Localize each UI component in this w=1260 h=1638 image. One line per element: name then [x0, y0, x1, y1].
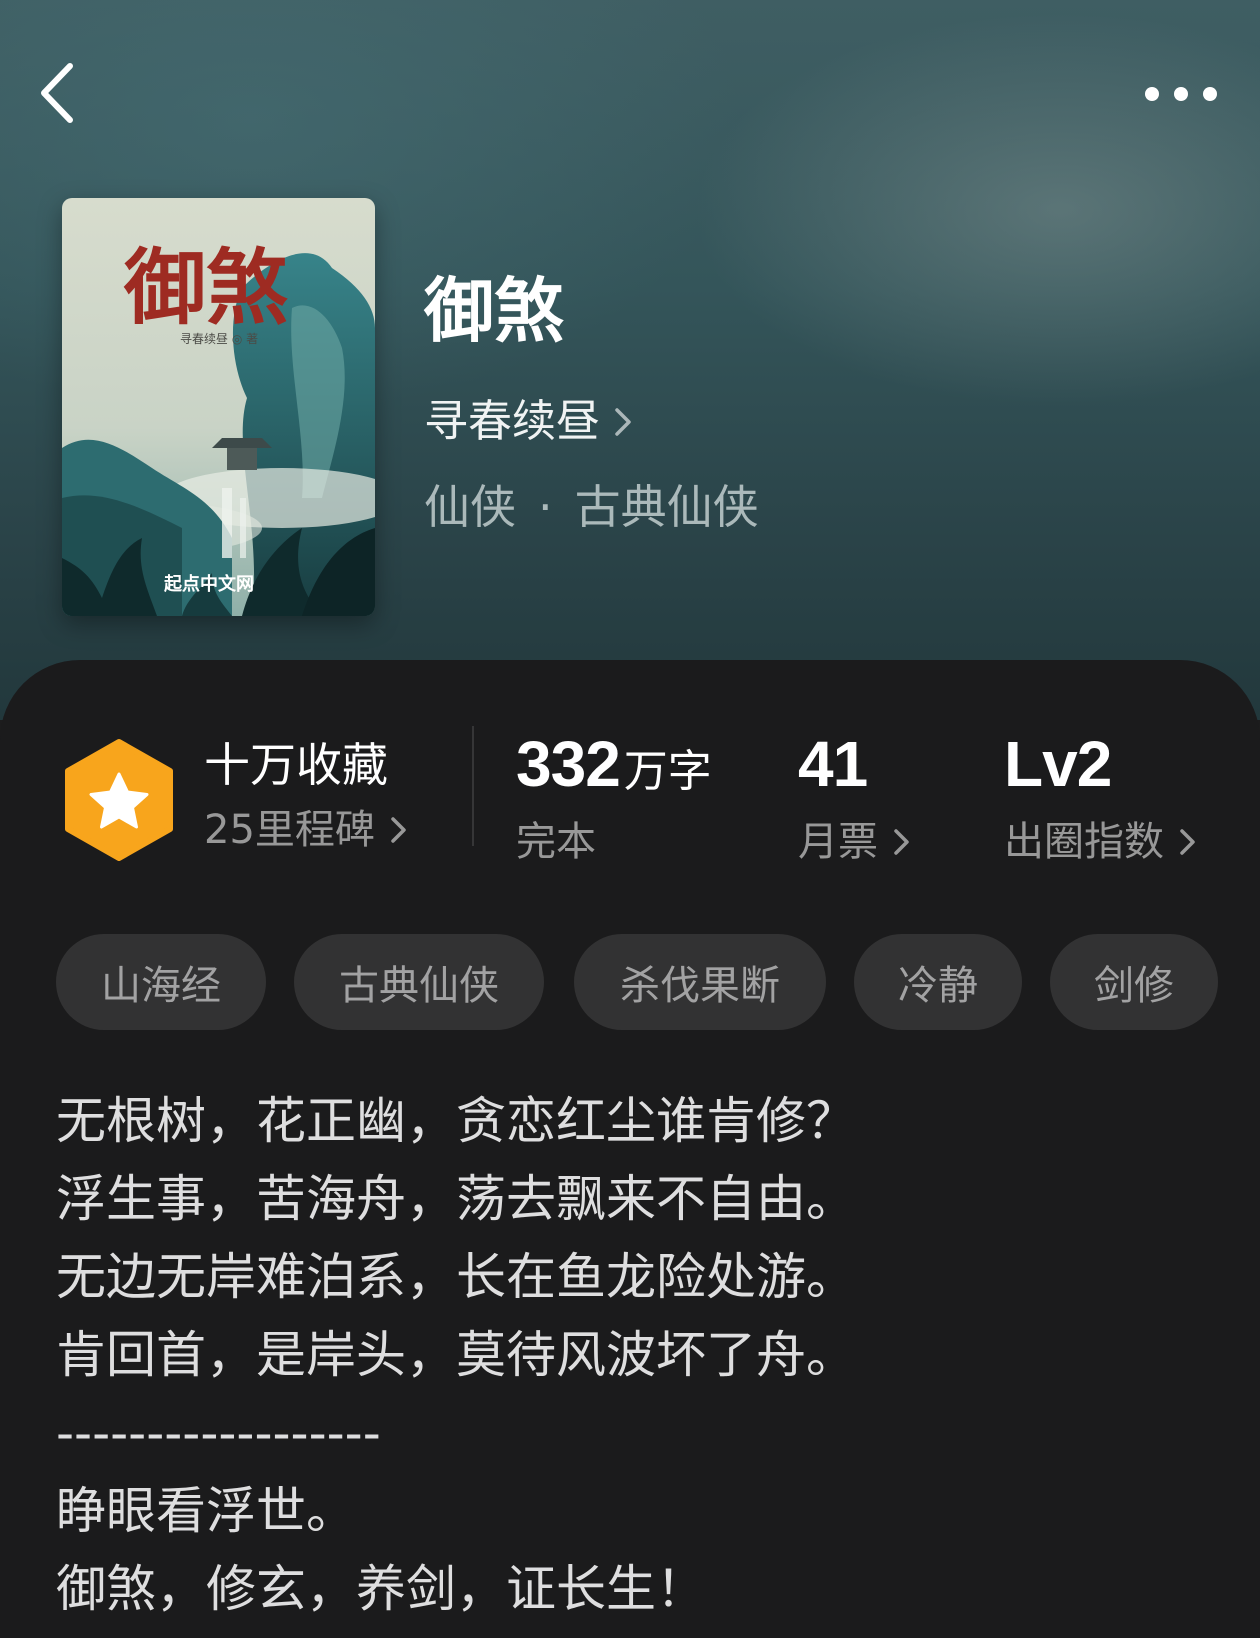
chevron-right-icon: [894, 829, 909, 855]
author-link[interactable]: 寻春续昼: [424, 400, 634, 444]
book-title: 御煞: [424, 269, 564, 352]
back-button[interactable]: [30, 58, 90, 128]
synopsis-line: 肯回首，是岸头，莫待风波坏了舟。: [56, 1326, 856, 1384]
chevron-right-icon: [1180, 829, 1195, 855]
synopsis-line: 无边无岸难泊系，长在鱼龙险处游。: [56, 1248, 856, 1306]
tag-chip[interactable]: 杀伐果断: [574, 934, 826, 1030]
milestone-sub-row: 25里程碑: [204, 810, 409, 850]
tag-chip[interactable]: 山海经: [56, 934, 266, 1030]
cover-publisher-text: 起点中文网: [163, 573, 254, 595]
genre-line: 仙侠 · 古典仙侠: [424, 484, 759, 530]
monthly-votes-label: 月票: [798, 819, 878, 865]
genre-subcategory[interactable]: 古典仙侠: [575, 484, 759, 530]
more-button[interactable]: [1136, 72, 1226, 116]
synopsis-divider: ------------------: [56, 1404, 381, 1462]
word-count-value: 332: [516, 728, 621, 800]
chevron-left-icon: [41, 63, 73, 123]
popularity-row: Lv2: [1004, 732, 1198, 796]
cover-title-text: 御煞: [123, 240, 288, 336]
chevron-right-icon: [615, 408, 631, 436]
tag-chip[interactable]: 剑修: [1050, 934, 1218, 1030]
cover-author-text: 寻春续昼 ◎ 著: [180, 332, 258, 346]
tag-chip[interactable]: 冷静: [854, 934, 1022, 1030]
book-synopsis[interactable]: 无根树，花正幽，贪恋红尘谁肯修？ 浮生事，苦海舟，荡去飘来不自由。 无边无岸难泊…: [56, 1082, 1216, 1628]
book-cover-illustration: 御煞 寻春续昼 ◎ 著 起点中文网: [62, 198, 375, 616]
synopsis-line: 浮生事，苦海舟，荡去飘来不自由。: [56, 1170, 856, 1228]
genre-category[interactable]: 仙侠: [424, 484, 516, 530]
completion-row: 完本: [516, 822, 712, 862]
monthly-votes-value: 41: [798, 728, 868, 800]
stats-divider: [472, 726, 474, 846]
monthly-votes-stat[interactable]: 41 月票: [798, 732, 912, 862]
more-horizontal-icon: [1145, 87, 1217, 101]
monthly-votes-label-row: 月票: [798, 822, 912, 862]
genre-separator: ·: [538, 480, 553, 534]
synopsis-line: 无根树，花正幽，贪恋红尘谁肯修？: [56, 1092, 856, 1150]
popularity-value: Lv2: [1004, 728, 1112, 800]
completion-status: 完本: [516, 819, 596, 865]
synopsis-line: 睁眼看浮世。: [56, 1482, 356, 1540]
word-count-stat: 332万字 完本: [516, 732, 712, 862]
chevron-right-icon: [391, 817, 406, 843]
book-cover[interactable]: 御煞 寻春续昼 ◎ 著 起点中文网: [62, 198, 375, 616]
popularity-label: 出圈指数: [1004, 819, 1164, 865]
milestone-sub: 25里程碑: [204, 807, 375, 853]
synopsis-line: 御煞，修玄，养剑，证长生！: [56, 1560, 706, 1618]
word-count-row: 332万字: [516, 732, 712, 796]
popularity-stat[interactable]: Lv2 出圈指数: [1004, 732, 1198, 862]
milestone-stat[interactable]: 十万收藏 25里程碑: [204, 742, 409, 850]
author-name: 寻春续昼: [424, 396, 600, 447]
star-badge-icon: [65, 739, 173, 861]
milestone-title: 十万收藏: [204, 738, 388, 792]
popularity-label-row: 出圈指数: [1004, 822, 1198, 862]
word-count-unit: 万字: [623, 746, 712, 797]
monthly-votes-row: 41: [798, 732, 912, 796]
tag-chip[interactable]: 古典仙侠: [294, 934, 544, 1030]
